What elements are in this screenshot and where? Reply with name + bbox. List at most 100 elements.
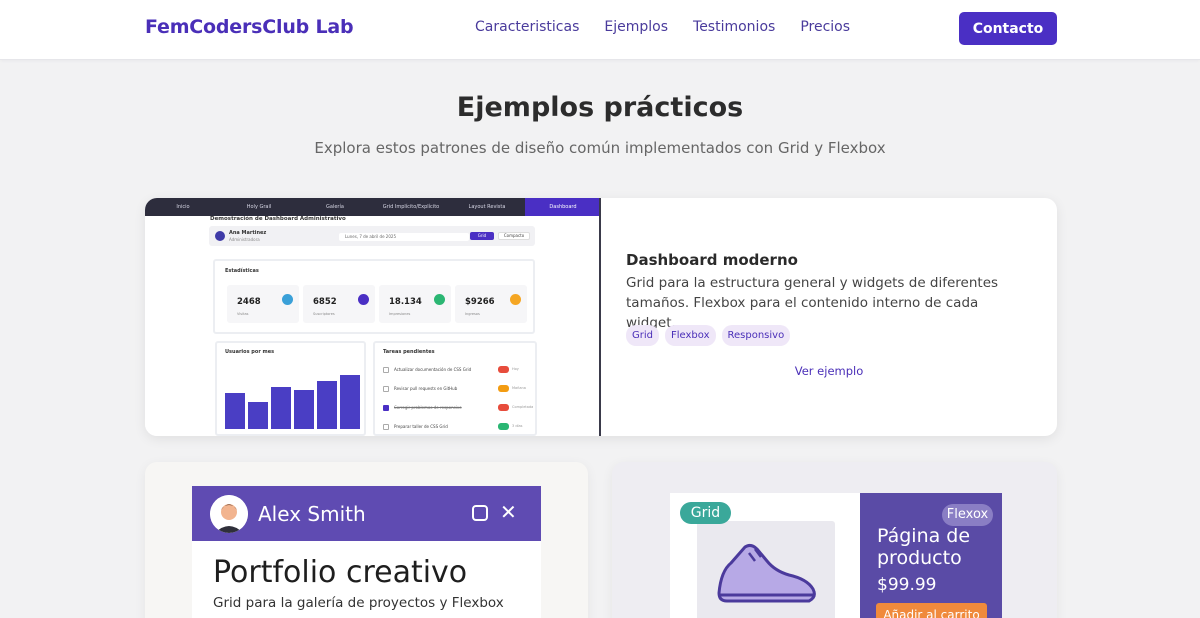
preview-heading: Demostración de Dashboard Administrativo (210, 216, 346, 222)
preview-date: Lunes, 7 de abril de 2025 (339, 233, 469, 241)
avatar (215, 231, 225, 241)
portfolio-title: Portfolio creativo (213, 555, 468, 590)
preview-tab: Galería (326, 204, 344, 210)
task-checkbox (383, 367, 389, 373)
top-header: FemCodersClub Lab Caracteristicas Ejempl… (0, 0, 1200, 60)
ver-ejemplo-link[interactable]: Ver ejemplo (626, 364, 1032, 378)
square-icon (472, 505, 488, 521)
preview-user-name: Ana Martinez (229, 230, 267, 236)
example-info: Dashboard moderno Grid para la estructur… (626, 198, 1036, 436)
preview-compact-button: Compacto (498, 232, 530, 240)
preview-tab: Holy Grail (246, 204, 272, 210)
task-badge (498, 385, 509, 392)
example-title: Dashboard moderno (626, 251, 798, 269)
task-text: Revisar pull requests en GitHub (394, 386, 458, 391)
task-due: 3 días (512, 424, 523, 428)
preview-stat: 2468 Visitas (227, 285, 299, 323)
task-item: Corregir problemas de responsive Complet… (383, 404, 533, 413)
stat-value: 2468 (237, 297, 261, 307)
stat-value: 18.134 (389, 297, 422, 307)
preview-grid-button: Grid (470, 232, 494, 240)
tag-list: Grid Flexbox Responsivo (626, 325, 791, 346)
tag-flexbox: Flexbox (665, 325, 716, 346)
tag-grid: Grid (626, 325, 659, 346)
preview-tab: Layout Revista (468, 204, 506, 210)
preview-stats-widget: Estadísticas 2468 Visitas 6852 Suscripto… (213, 259, 535, 334)
chart-icon (434, 294, 445, 305)
preview-tabs: Inicio Holy Grail Galería Grid Implícito… (145, 198, 599, 216)
preview-userbar: Ana Martinez Administradora Lunes, 7 de … (209, 226, 535, 246)
stat-value: $9266 (465, 297, 495, 307)
chart-bar (294, 390, 314, 429)
product-image (697, 521, 835, 618)
task-item: Preparar taller de CSS Grid 3 días (383, 423, 533, 432)
example-card-product[interactable]: Grid Flexox Página de producto $99.99 Añ… (612, 462, 1057, 618)
nav-link-caracteristicas[interactable]: Caracteristicas (475, 19, 579, 35)
example-card-portfolio[interactable]: Alex Smith ✕ Portfolio creativo Grid par… (145, 462, 588, 618)
nav-link-ejemplos[interactable]: Ejemplos (604, 19, 668, 35)
section-subtitle: Explora estos patrones de diseño común i… (314, 139, 886, 157)
preview-stat: $9266 Ingresos (455, 285, 527, 323)
stat-value: 6852 (313, 297, 337, 307)
chart-bar (271, 387, 291, 429)
task-item: Actualizar documentación de CSS Grid Hoy (383, 366, 533, 375)
task-due: Mañana (512, 386, 526, 390)
task-due: Completada (512, 405, 534, 409)
task-due: Hoy (512, 367, 519, 371)
task-checkbox (383, 424, 389, 430)
stat-label: Impresiones (389, 312, 411, 316)
chart-bar (225, 393, 245, 429)
close-icon: ✕ (500, 500, 517, 524)
section-title: Ejemplos prácticos (456, 92, 744, 123)
person-icon (210, 495, 248, 533)
product-info-panel: Flexox Página de producto $99.99 Añadir … (860, 493, 1002, 618)
tag-responsivo: Responsivo (721, 325, 791, 346)
chart-bar (340, 375, 360, 429)
preview-stats-title: Estadísticas (225, 268, 259, 274)
task-text: Preparar taller de CSS Grid (394, 424, 448, 429)
chart-bar (248, 402, 268, 429)
preview-tab-active: Dashboard (525, 198, 599, 216)
users-icon (358, 294, 369, 305)
portfolio-preview-image: Alex Smith ✕ Portfolio creativo Grid par… (192, 486, 541, 618)
shoe-icon (717, 543, 816, 603)
preview-tab: Grid Implícito/Explícito (382, 204, 440, 210)
task-badge (498, 366, 509, 373)
avatar (210, 495, 248, 533)
brand-logo[interactable]: FemCodersClub Lab (145, 16, 354, 38)
flex-tag: Flexox (942, 504, 993, 526)
preview-tab: Inicio (176, 204, 190, 210)
portfolio-name: Alex Smith (258, 502, 366, 526)
task-text: Actualizar documentación de CSS Grid (394, 367, 472, 372)
main-nav: Caracteristicas Ejemplos Testimonios Pre… (475, 19, 850, 35)
example-description: Grid para la estructura general y widget… (626, 275, 999, 331)
preview-stat: 6852 Suscriptores (303, 285, 375, 323)
nav-link-testimonios[interactable]: Testimonios (693, 19, 775, 35)
eye-icon (282, 294, 293, 305)
stat-label: Suscriptores (313, 312, 335, 316)
stat-label: Visitas (237, 312, 249, 316)
preview-tasks-title: Tareas pendientes (383, 349, 435, 355)
preview-stat: 18.134 Impresiones (379, 285, 451, 323)
portfolio-header-bar: Alex Smith ✕ (192, 486, 541, 541)
contact-button[interactable]: Contacto (959, 12, 1057, 45)
task-checkbox (383, 386, 389, 392)
preview-bar-chart (225, 375, 360, 429)
task-checkbox (383, 405, 389, 411)
preview-user-role: Administradora (229, 237, 260, 242)
add-to-cart-button: Añadir al carrito (876, 603, 987, 618)
stat-label: Ingresos (465, 312, 480, 316)
task-badge (498, 404, 509, 411)
dollar-icon (510, 294, 521, 305)
example-card-dashboard: Inicio Holy Grail Galería Grid Implícito… (145, 198, 1057, 436)
nav-link-precios[interactable]: Precios (800, 19, 850, 35)
portfolio-subtitle: Grid para la galería de proyectos y Flex… (213, 595, 504, 611)
task-badge (498, 423, 509, 430)
product-title: Página de producto (877, 525, 971, 569)
preview-tasks-widget: Tareas pendientes Actualizar documentaci… (373, 341, 537, 436)
grid-tag: Grid (680, 502, 731, 524)
product-price: $99.99 (877, 575, 937, 595)
dashboard-preview-image[interactable]: Inicio Holy Grail Galería Grid Implícito… (145, 198, 601, 436)
task-text: Corregir problemas de responsive (394, 405, 462, 410)
preview-chart-widget: Usuarios por mes (215, 341, 366, 436)
